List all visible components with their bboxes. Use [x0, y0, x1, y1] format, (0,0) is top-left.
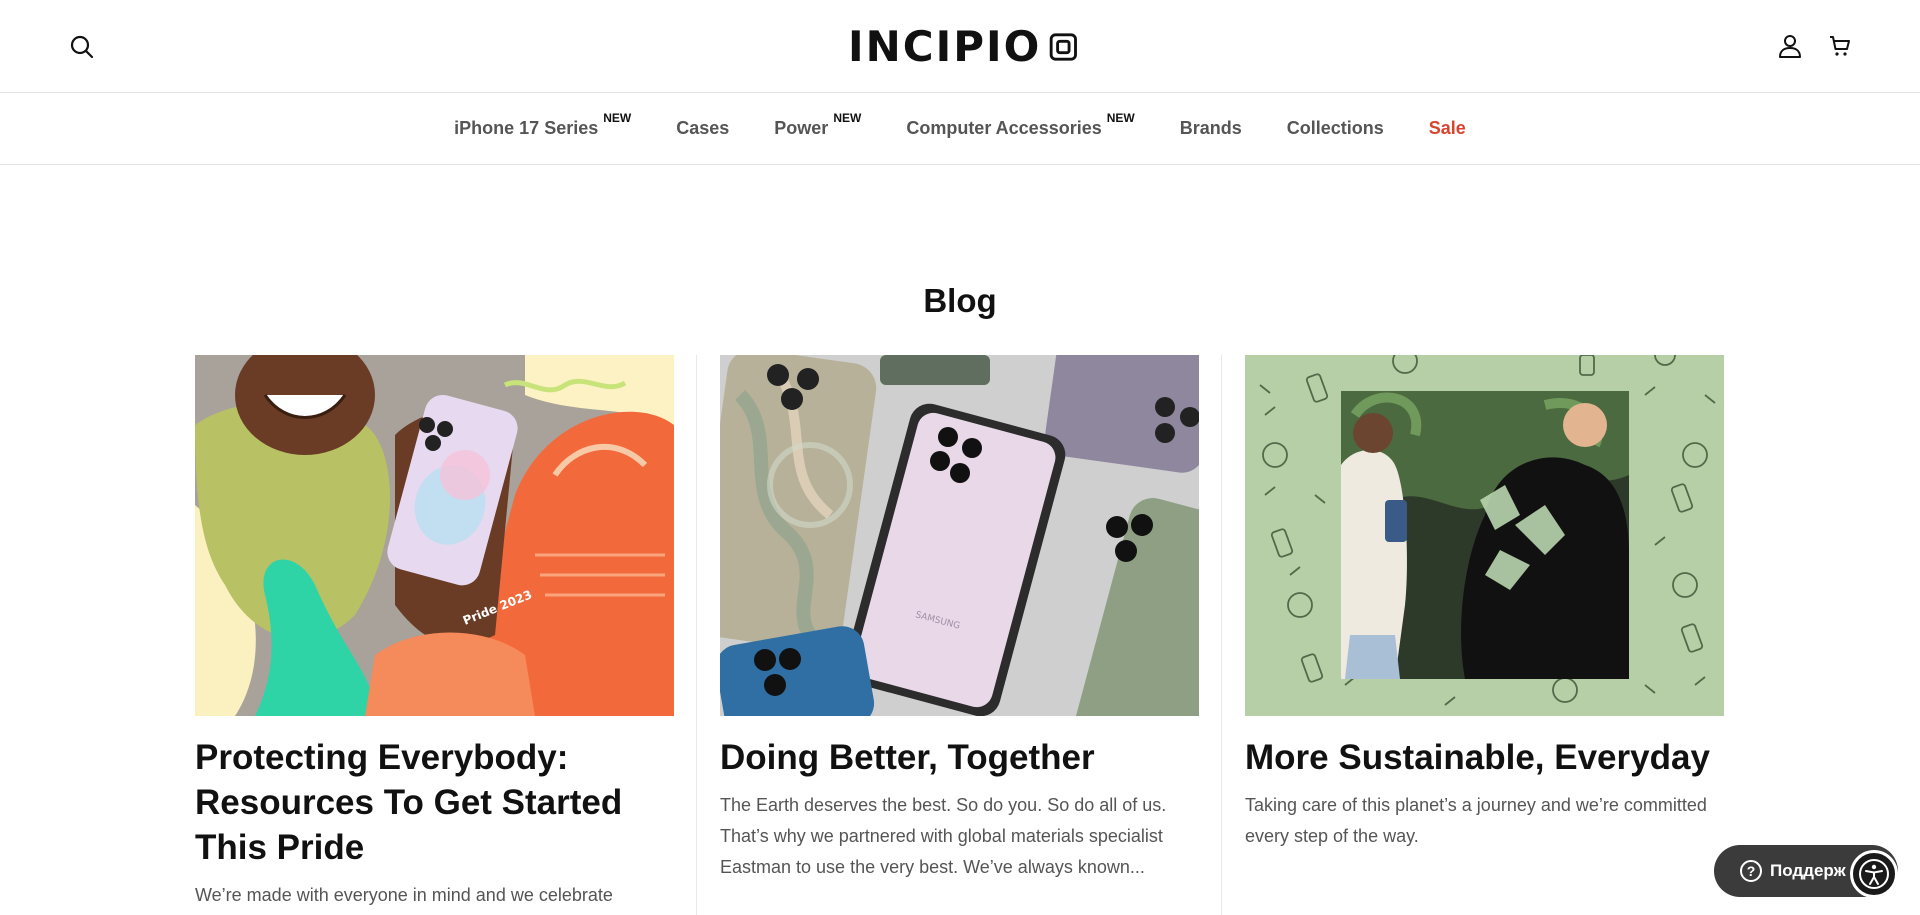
blog-card-image-cases[interactable]: SAMSUNG: [720, 355, 1199, 716]
user-icon: [1779, 35, 1801, 58]
nav-item-collections[interactable]: Collections: [1287, 118, 1384, 139]
search-button[interactable]: [64, 29, 100, 65]
blog-card-title[interactable]: Doing Better, Together: [720, 735, 1199, 780]
nav-item-cases[interactable]: Cases: [676, 118, 729, 139]
blog-card: Pride 2023 Protecting Everybody: Resourc…: [195, 355, 674, 915]
logo-wordmark: INCIPIO: [848, 22, 1042, 71]
nav-item-label: Power: [774, 118, 829, 138]
card-divider: [1221, 355, 1222, 915]
blog-card-image-sustainable[interactable]: [1245, 355, 1724, 716]
cart-button[interactable]: [1822, 28, 1858, 64]
blog-card-title[interactable]: More Sustainable, Everyday: [1245, 735, 1724, 780]
nav-item-brands[interactable]: Brands: [1180, 118, 1242, 139]
nav-item-label: Collections: [1286, 118, 1384, 138]
blog-card-excerpt: We’re made with everyone in mind and we …: [195, 885, 613, 905]
help-icon: ?: [1740, 860, 1762, 882]
site-header: INCIPIO: [0, 0, 1920, 93]
brand-logo[interactable]: INCIPIO: [848, 22, 1078, 72]
blog-card: More Sustainable, Everyday Taking care o…: [1245, 355, 1724, 915]
nav-item-label: Computer Accessories: [906, 118, 1102, 138]
nav-item-iphone-17[interactable]: iPhone 17 Series NEW: [454, 111, 631, 139]
main-nav: iPhone 17 Series NEW Cases Power NEW Com…: [0, 93, 1920, 165]
accessibility-button[interactable]: [1850, 850, 1898, 898]
nav-item-computer-accessories[interactable]: Computer Accessories NEW: [906, 111, 1134, 139]
search-icon: [70, 35, 94, 59]
blog-card-image-pride[interactable]: Pride 2023: [195, 355, 674, 716]
new-badge: NEW: [1106, 111, 1135, 125]
nav-item-label: Sale: [1428, 118, 1466, 138]
new-badge: NEW: [603, 111, 632, 125]
blog-card: SAMSUNG Doing Better, Together The Earth…: [720, 355, 1199, 915]
account-button[interactable]: [1772, 28, 1808, 64]
nav-item-power[interactable]: Power NEW: [774, 111, 861, 139]
cart-icon: [1830, 36, 1850, 56]
accessibility-icon: [1859, 859, 1889, 889]
logo-mark-icon: [1050, 33, 1078, 61]
blog-card-title[interactable]: Protecting Everybody: Resources To Get S…: [195, 735, 674, 870]
nav-item-sale[interactable]: Sale: [1429, 118, 1466, 139]
nav-item-label: Brands: [1179, 118, 1242, 138]
new-badge: NEW: [833, 111, 862, 125]
support-label: Поддерж: [1770, 861, 1846, 880]
nav-item-label: iPhone 17 Series: [454, 118, 599, 138]
card-divider: [696, 355, 697, 915]
blog-card-excerpt: The Earth deserves the best. So do you. …: [720, 795, 1167, 877]
blog-card-excerpt: Taking care of this planet’s a journey a…: [1245, 795, 1707, 846]
page-title: Blog: [923, 282, 997, 319]
nav-item-label: Cases: [676, 118, 730, 138]
